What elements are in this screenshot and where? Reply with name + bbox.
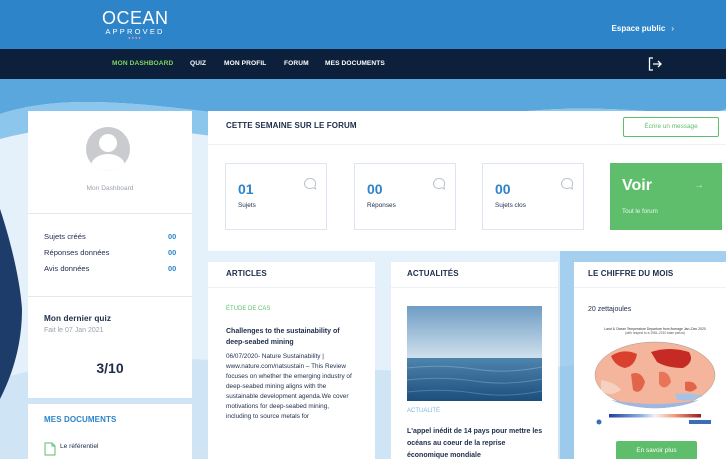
- stat-label-sujets: Sujets créés: [44, 232, 86, 241]
- forum-stat-clos[interactable]: 00 Sujets clos: [482, 163, 584, 230]
- news-headline[interactable]: L'appel inédit de 14 pays pour mettre le…: [407, 426, 547, 459]
- nav-item-forum[interactable]: FORUM: [284, 60, 309, 67]
- forum-stat-value: 00: [367, 181, 383, 197]
- documents-title: MES DOCUMENTS: [44, 415, 117, 424]
- document-item[interactable]: Le référentiel: [60, 443, 99, 450]
- forum-stat-label: Sujets: [238, 202, 256, 209]
- voir-sub: Tout le forum: [622, 208, 658, 215]
- logo-main-text: OCEAN: [102, 8, 169, 28]
- voir-label: Voir: [622, 177, 652, 194]
- profile-divider: [28, 213, 192, 214]
- espace-public-label: Espace public: [611, 24, 666, 33]
- nav-item-profil[interactable]: MON PROFIL: [224, 60, 266, 67]
- quiz-divider: [28, 296, 192, 297]
- chat-bubble-icon: [304, 177, 317, 190]
- actualites-divider: [391, 287, 558, 288]
- file-document-icon: [44, 442, 56, 456]
- map-subtitle: (with respect to a 1981–2010 base period…: [625, 331, 685, 335]
- forum-stat-value: 01: [238, 181, 254, 197]
- chevron-right-icon: ›: [671, 24, 674, 33]
- arrow-right-icon: →: [694, 180, 704, 191]
- chiffre-divider: [574, 287, 726, 288]
- forum-stat-reponses[interactable]: 00 Réponses: [354, 163, 456, 230]
- write-message-button[interactable]: Écrire un message: [623, 117, 719, 137]
- chiffre-title: LE CHIFFRE DU MOIS: [588, 269, 674, 278]
- stat-value-reponses: 00: [168, 248, 177, 257]
- forum-stat-sujets[interactable]: 01 Sujets: [225, 163, 327, 230]
- quiz-score: 3/10: [96, 360, 124, 376]
- articles-title: ARTICLES: [226, 269, 267, 278]
- logout-icon[interactable]: [647, 56, 663, 72]
- forum-stat-value: 00: [495, 181, 511, 197]
- espace-public-link[interactable]: Espace public ›: [612, 24, 674, 33]
- chat-bubble-icon: [433, 177, 446, 190]
- article-headline[interactable]: Challenges to the sustainability of deep…: [226, 326, 360, 348]
- stat-label-reponses: Réponses données: [44, 248, 110, 257]
- quiz-date: Fait le 07 Jan 2021: [44, 327, 104, 334]
- nav-item-dashboard[interactable]: MON DASHBOARD: [112, 60, 173, 67]
- stat-value-sujets: 00: [168, 232, 177, 241]
- chiffre-value: 20 zettajoules: [588, 306, 632, 313]
- temperature-map-image[interactable]: [591, 338, 719, 430]
- quiz-title: Mon dernier quiz: [44, 314, 112, 323]
- stat-label-avis: Avis données: [44, 264, 90, 273]
- nav-item-quiz[interactable]: QUIZ: [190, 60, 206, 67]
- profile-name: Mon Dashboard: [86, 185, 134, 192]
- nav-item-documents[interactable]: MES DOCUMENTS: [325, 60, 385, 67]
- main-nav: MON DASHBOARD QUIZ MON PROFIL FORUM MES …: [0, 49, 726, 79]
- article-text: 06/07/2020- Nature Sustainability | www.…: [226, 353, 352, 420]
- forum-stat-label: Réponses: [367, 202, 396, 209]
- actualites-title: ACTUALITÉS: [407, 269, 459, 278]
- en-savoir-plus-button[interactable]: En savoir plus: [616, 441, 697, 459]
- article-category: ÉTUDE DE CAS: [226, 306, 271, 312]
- stat-value-avis: 00: [168, 264, 177, 273]
- articles-divider: [208, 287, 375, 288]
- ocean-news-image[interactable]: [407, 306, 542, 401]
- forum-title: CETTE SEMAINE SUR LE FORUM: [226, 121, 357, 130]
- forum-divider: [208, 144, 726, 145]
- user-avatar-icon[interactable]: [86, 127, 130, 171]
- app-header: OCEAN APPROVED ●●●● Espace public ›: [0, 0, 726, 49]
- forum-stat-label: Sujets clos: [495, 202, 526, 209]
- news-category: ACTUALITÉ: [407, 408, 441, 414]
- voir-forum-button[interactable]: Voir Tout le forum →: [610, 163, 722, 230]
- ocean-approved-logo[interactable]: OCEAN APPROVED ●●●●: [102, 9, 168, 40]
- chat-bubble-icon: [561, 177, 574, 190]
- logo-stars-icon: ●●●●: [128, 35, 142, 40]
